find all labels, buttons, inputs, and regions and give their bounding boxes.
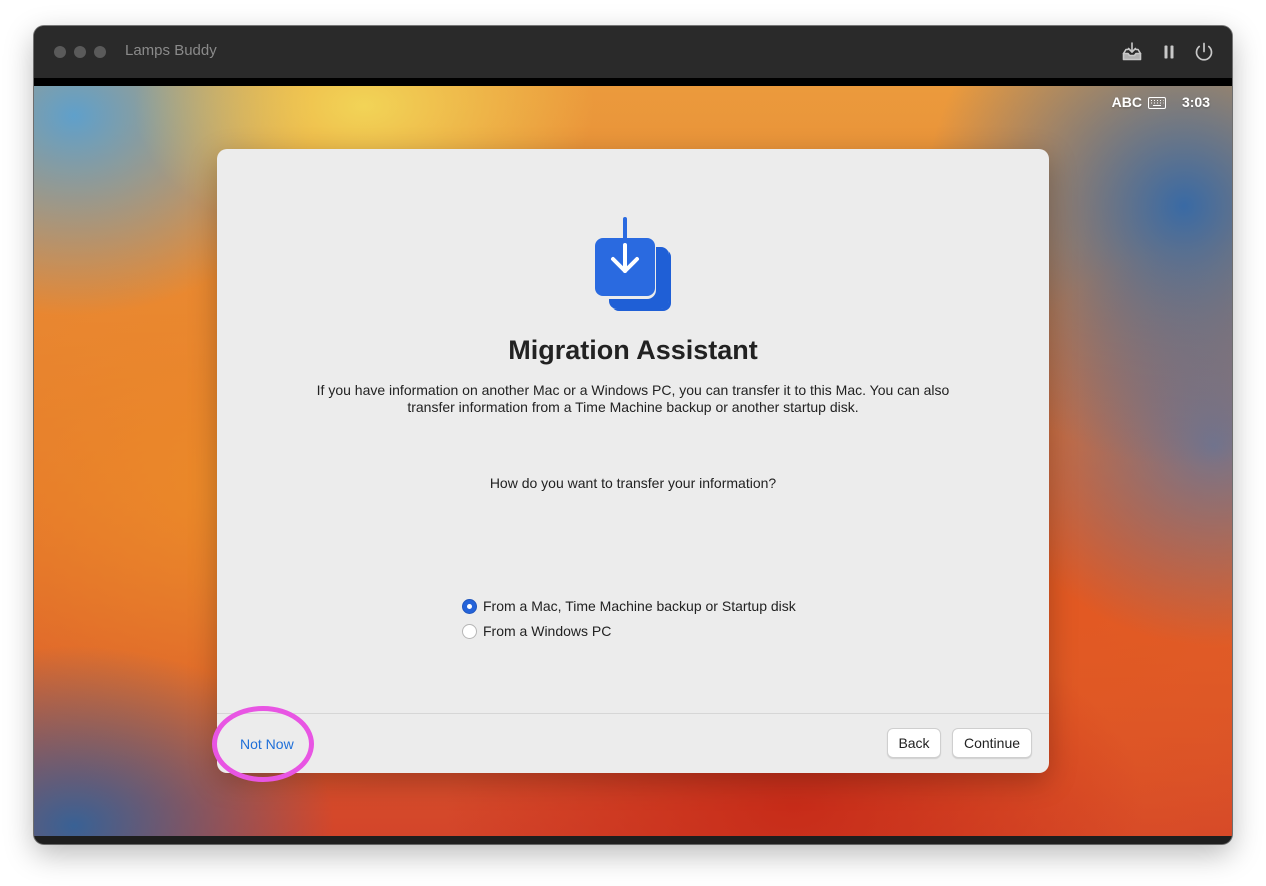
radio-button-unselected[interactable] — [462, 623, 477, 639]
window-title: Lamps Buddy — [125, 42, 217, 59]
radio-option-label: From a Windows PC — [483, 623, 612, 639]
migration-assistant-dialog: Migration Assistant If you have informat… — [217, 149, 1049, 773]
keyboard-icon[interactable] — [1147, 96, 1166, 109]
radio-option-windows[interactable]: From a Windows PC — [462, 623, 611, 639]
dialog-description: If you have information on another Mac o… — [316, 382, 950, 415]
transfer-question: How do you want to transfer your informa… — [489, 475, 777, 491]
power-icon[interactable] — [1192, 40, 1216, 64]
radio-option-mac[interactable]: From a Mac, Time Machine backup or Start… — [462, 598, 796, 614]
desktop-wallpaper: ABC 3:03 Migration Assistant If you have… — [34, 86, 1232, 836]
minimize-window-button[interactable] — [74, 46, 86, 58]
continue-button[interactable]: Continue — [952, 728, 1032, 758]
title-bar: Lamps Buddy — [34, 26, 1232, 86]
menu-bar-status: ABC 3:03 — [1112, 94, 1210, 110]
zoom-window-button[interactable] — [94, 46, 106, 58]
footer-divider — [217, 713, 1049, 714]
menu-bar-clock[interactable]: 3:03 — [1182, 94, 1210, 110]
close-window-button[interactable] — [54, 46, 66, 58]
back-button[interactable]: Back — [887, 728, 941, 758]
radio-button-selected[interactable] — [462, 598, 477, 614]
download-tray-icon[interactable] — [1120, 40, 1144, 64]
dialog-title: Migration Assistant — [508, 335, 758, 365]
migration-assistant-icon — [592, 217, 671, 311]
not-now-button[interactable]: Not Now — [240, 736, 294, 752]
vm-window: Lamps Buddy ABC 3:03 Migration Assistant… — [34, 26, 1232, 844]
pause-icon[interactable] — [1157, 40, 1181, 64]
radio-option-label: From a Mac, Time Machine backup or Start… — [483, 598, 796, 614]
input-source-label[interactable]: ABC — [1112, 94, 1142, 110]
